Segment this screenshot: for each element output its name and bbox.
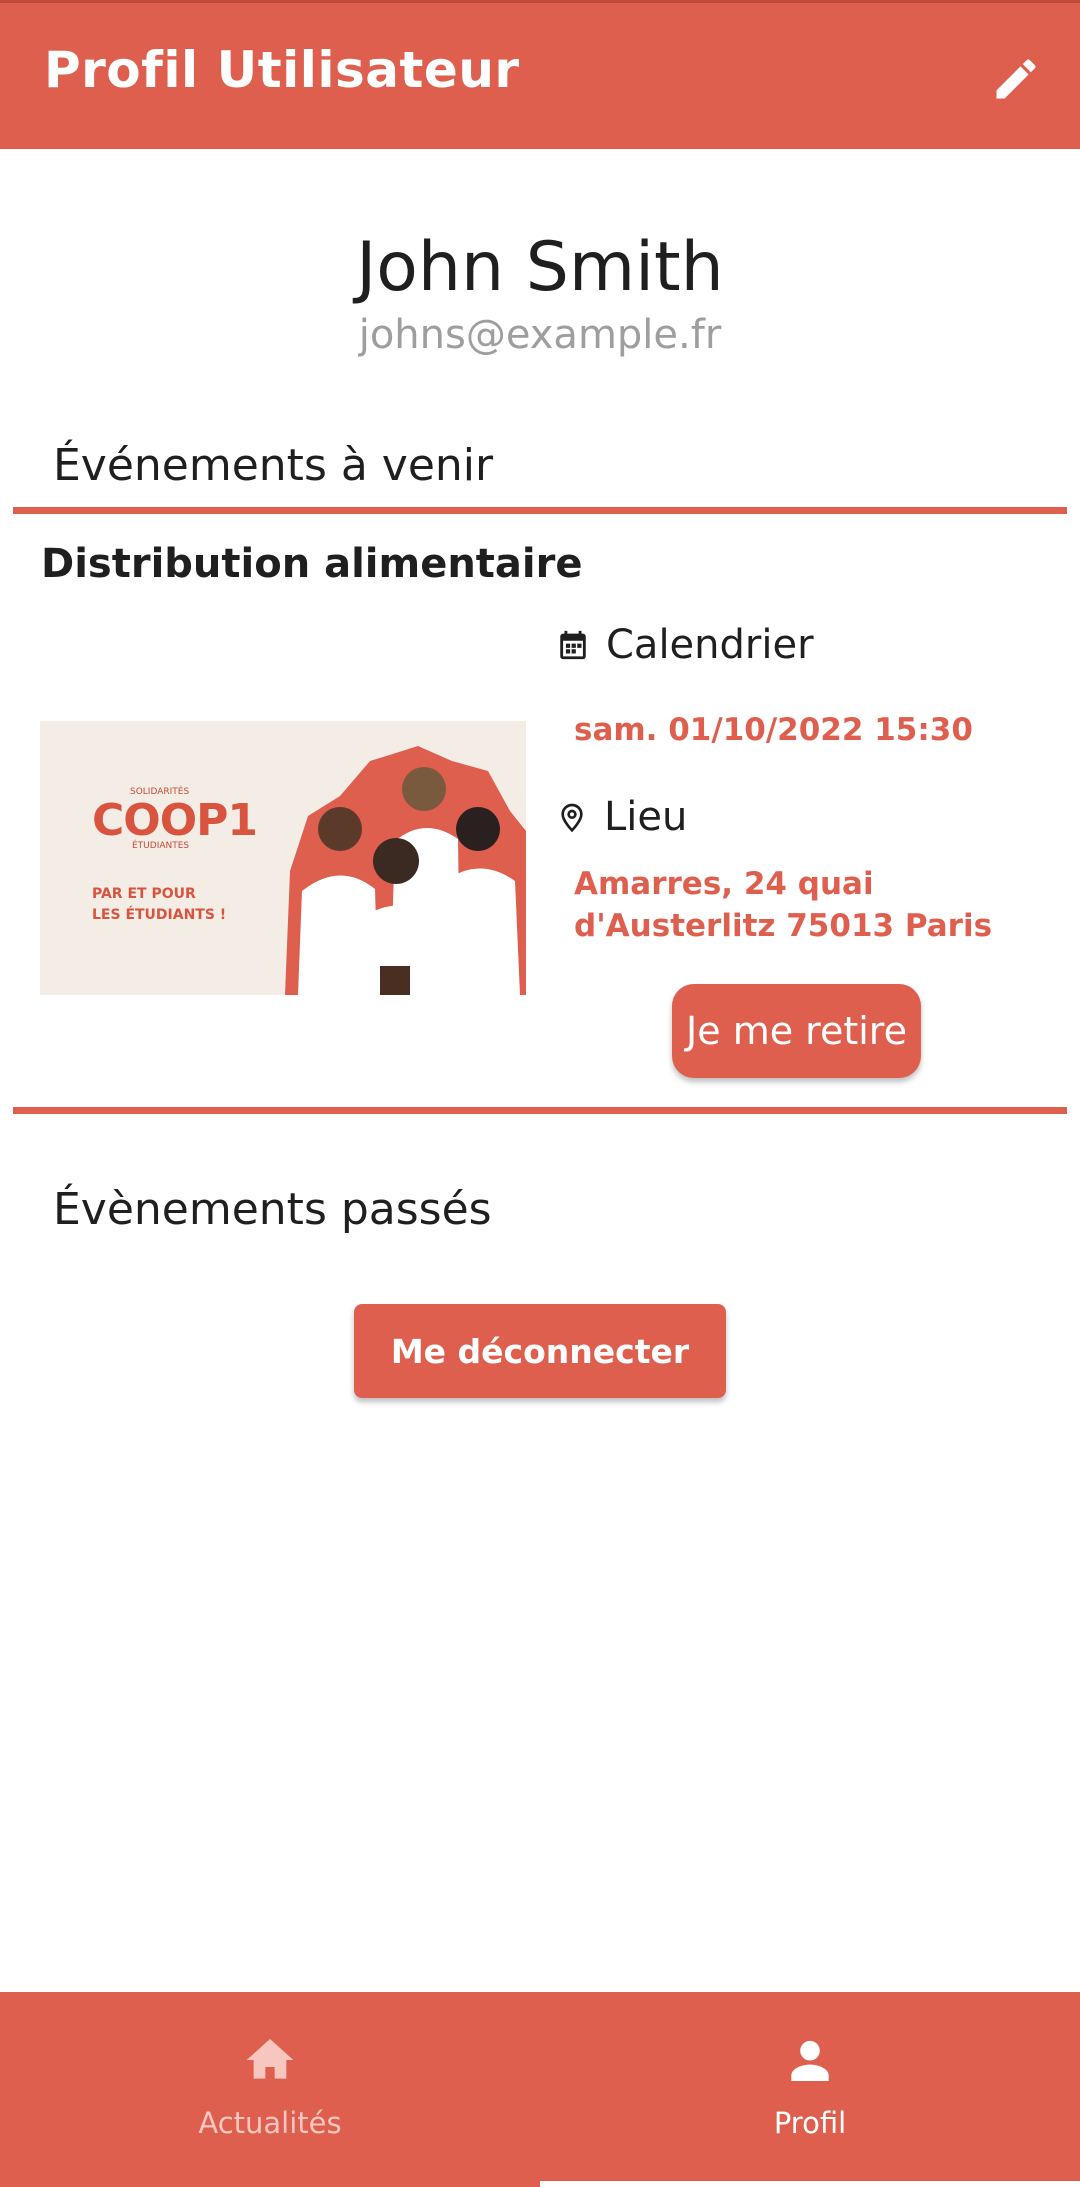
app-bar: Profil Utilisateur [0, 0, 1080, 149]
event-title: Distribution alimentaire [41, 541, 583, 587]
coop1-logo: COOP1 [92, 795, 258, 846]
location-row: Lieu [556, 794, 687, 840]
nav-label-actualites: Actualités [198, 2106, 342, 2140]
bottom-navigation: Actualités Profil [0, 1992, 1080, 2187]
home-icon [246, 2039, 294, 2079]
calendar-icon [560, 630, 586, 660]
coop1-tagline-1: PAR ET POUR [92, 886, 196, 902]
nav-item-profil[interactable]: Profil [540, 1992, 1080, 2187]
logout-button[interactable]: Me déconnecter [354, 1304, 726, 1398]
section-divider-bottom [13, 1107, 1067, 1114]
calendar-row: Calendrier [556, 622, 814, 668]
event-image: SOLIDARITÉS COOP1 ÉTUDIANTES PAR ET POUR… [40, 721, 526, 995]
withdraw-button[interactable]: Je me retire [672, 984, 921, 1078]
edit-profile-button[interactable] [980, 43, 1052, 115]
user-email: johns@example.fr [358, 312, 722, 358]
pencil-icon [996, 59, 1036, 99]
person-icon [791, 2040, 829, 2081]
upcoming-events-title: Événements à venir [53, 440, 494, 491]
calendar-label: Calendrier [606, 622, 814, 668]
event-date: sam. 01/10/2022 15:30 [574, 712, 973, 748]
coop1-logo-sub: ÉTUDIANTES [132, 841, 190, 851]
coop1-tagline-2: LES ÉTUDIANTS ! [92, 907, 227, 923]
nav-item-actualites[interactable]: Actualités [0, 1992, 540, 2187]
user-name: John Smith [356, 228, 724, 307]
map-pin-icon [561, 803, 583, 833]
event-address-line2: d'Austerlitz 75013 Paris [574, 908, 993, 944]
page-title: Profil Utilisateur [44, 41, 520, 99]
section-divider-top [13, 507, 1067, 514]
location-label: Lieu [604, 794, 688, 840]
active-tab-indicator [540, 2181, 1080, 2187]
event-address-line1: Amarres, 24 quai [574, 866, 874, 902]
past-events-title: Évènements passés [53, 1184, 492, 1235]
nav-label-profil: Profil [773, 2106, 847, 2140]
